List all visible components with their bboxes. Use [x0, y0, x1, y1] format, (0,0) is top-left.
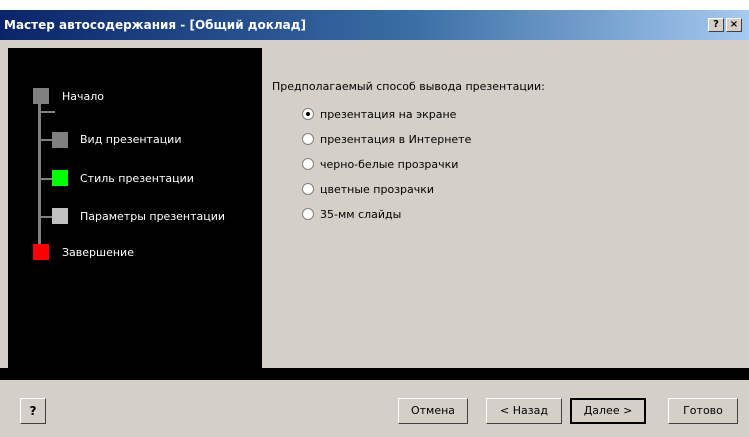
- close-button[interactable]: ×: [726, 18, 742, 32]
- radio-color-transparencies[interactable]: [302, 183, 314, 195]
- radio-internet[interactable]: [302, 133, 314, 145]
- steps-connector-line: [38, 96, 41, 256]
- step-label-type: Вид презентации: [80, 133, 182, 146]
- finish-button[interactable]: Готово: [668, 398, 738, 424]
- option-label: презентация в Интернете: [320, 133, 472, 146]
- option-label: 35-мм слайды: [320, 208, 402, 221]
- step-marker-style: [52, 170, 68, 186]
- option-label: презентация на экране: [320, 108, 457, 121]
- step-marker-finish: [33, 244, 49, 260]
- step-marker-type: [52, 132, 68, 148]
- help-book-icon[interactable]: ?: [20, 398, 46, 424]
- steps-panel: Начало Вид презентации Стиль презентации…: [8, 48, 262, 372]
- radio-bw-transparencies[interactable]: [302, 158, 314, 170]
- bottom-divider: [0, 368, 749, 380]
- step-marker-options: [52, 208, 68, 224]
- radio-35mm-slides[interactable]: [302, 208, 314, 220]
- wizard-window: Мастер автосодержания - [Общий доклад] ?…: [0, 10, 749, 437]
- step-label-options: Параметры презентации: [80, 210, 226, 223]
- option-label: черно-белые прозрачки: [320, 158, 459, 171]
- step-connector: [41, 111, 55, 113]
- question-label: Предполагаемый способ вывода презентации…: [272, 80, 545, 93]
- option-label: цветные прозрачки: [320, 183, 435, 196]
- step-label-style: Стиль презентации: [80, 172, 194, 185]
- window-title: Мастер автосодержания - [Общий доклад]: [4, 18, 306, 32]
- back-button[interactable]: < Назад: [486, 398, 562, 424]
- next-button[interactable]: Далее >: [570, 398, 646, 424]
- step-label-start: Начало: [62, 90, 105, 103]
- options-panel: Предполагаемый способ вывода презентации…: [262, 48, 749, 372]
- title-bar[interactable]: Мастер автосодержания - [Общий доклад] ?…: [0, 10, 749, 40]
- radio-onscreen[interactable]: [302, 108, 314, 120]
- step-label-finish: Завершение: [62, 246, 134, 259]
- cancel-button[interactable]: Отмена: [398, 398, 468, 424]
- help-title-button[interactable]: ?: [708, 18, 724, 32]
- step-marker-start: [33, 88, 49, 104]
